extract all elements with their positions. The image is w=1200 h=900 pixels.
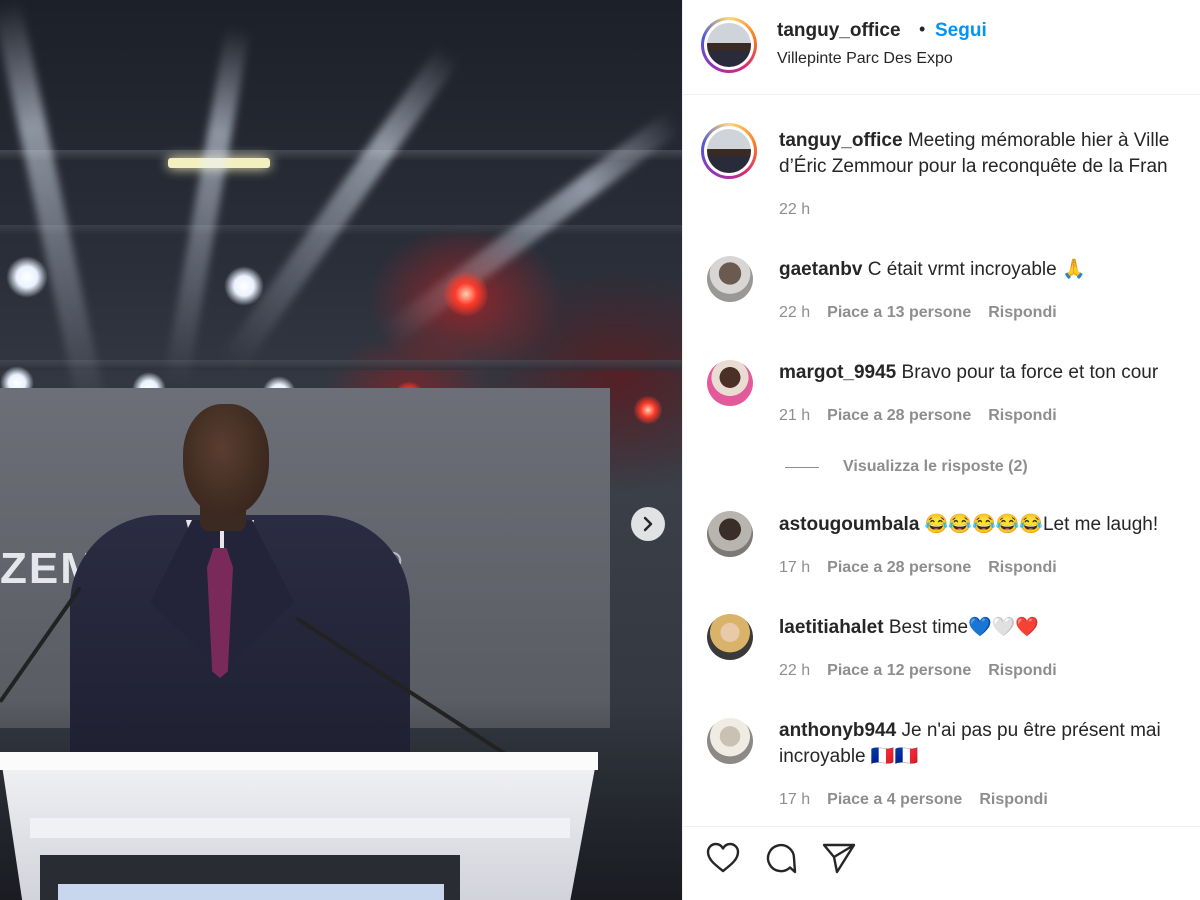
comment-likes[interactable]: Piace a 28 persone (827, 407, 971, 425)
replies-divider-line (785, 466, 819, 468)
stage-spotlight (6, 256, 48, 298)
comment-text: 😂😂😂😂😂Let me laugh! (924, 514, 1159, 535)
stage-truss (0, 360, 682, 370)
reply-button[interactable]: Rispondi (988, 559, 1056, 577)
speaker-head (183, 404, 269, 516)
heart-icon (706, 842, 740, 873)
post-location[interactable]: Villepinte Parc Des Expo (777, 50, 953, 68)
comment-likes[interactable]: Piace a 28 persone (827, 559, 971, 577)
stage-spotlight (634, 396, 662, 424)
commenter-avatar[interactable] (707, 256, 753, 302)
comment-username[interactable]: laetitiahalet (779, 617, 884, 638)
comment-timestamp[interactable]: 22 h (779, 662, 810, 680)
comment-timestamp[interactable]: 21 h (779, 407, 810, 425)
next-photo-button[interactable] (631, 507, 665, 541)
share-button[interactable] (821, 840, 857, 876)
post-caption-line-2: d’Éric Zemmour pour la reconquête de la … (779, 154, 1168, 180)
comment-meta: 22 h Piace a 13 persone Rispondi (779, 304, 1057, 322)
comment-username[interactable]: gaetanbv (779, 259, 862, 280)
comment-username[interactable]: astougoumbala (779, 514, 919, 535)
lectern-band (30, 818, 570, 838)
comment-continued: incroyable 🇫🇷🇫🇷 (779, 744, 918, 770)
comment-meta: 22 h Piace a 12 persone Rispondi (779, 662, 1057, 680)
comment-text: C était vrmt incroyable 🙏 (867, 259, 1086, 280)
comment-meta: 21 h Piace a 28 persone Rispondi (779, 407, 1057, 425)
comment: laetitiahalet Best time💙🤍❤️ (779, 615, 1039, 641)
paper-plane-icon (822, 843, 856, 874)
comment-bubble-icon (766, 843, 797, 874)
comment-text: incroyable 🇫🇷🇫🇷 (779, 746, 919, 767)
caption-author-avatar[interactable] (701, 123, 757, 179)
comment-username[interactable]: anthonyb944 (779, 720, 896, 741)
commenter-avatar[interactable] (707, 511, 753, 557)
author-avatar[interactable] (701, 17, 757, 73)
post-photo: ZEM 022 (0, 0, 682, 900)
reply-button[interactable]: Rispondi (979, 791, 1047, 809)
reply-button[interactable]: Rispondi (988, 662, 1056, 680)
caption-timestamp[interactable]: 22 h (779, 201, 810, 219)
lectern-top (0, 752, 598, 770)
light-beam (0, 0, 108, 417)
actions-divider (683, 826, 1200, 827)
chevron-right-icon (643, 516, 653, 532)
comment-username[interactable]: margot_9945 (779, 362, 896, 383)
comment-button[interactable] (763, 840, 799, 876)
author-avatar-image (707, 129, 751, 173)
stage-truss (0, 150, 682, 160)
comment-timestamp[interactable]: 22 h (779, 304, 810, 322)
like-button[interactable] (705, 840, 741, 876)
comment: anthonyb944 Je n'ai pas pu être présent … (779, 718, 1161, 744)
caption-text-line: d’Éric Zemmour pour la reconquête de la … (779, 156, 1168, 177)
commenter-avatar[interactable] (707, 718, 753, 764)
view-replies-button[interactable]: Visualizza le risposte (2) (785, 458, 1028, 476)
follow-button[interactable]: Segui (935, 20, 987, 42)
caption-text-line: Meeting mémorable hier à Ville (907, 130, 1170, 151)
stage-spotlight (444, 272, 488, 316)
author-avatar-image (707, 23, 751, 67)
post-side-panel: tanguy_office • Segui Villepinte Parc De… (682, 0, 1200, 900)
comment-meta: 17 h Piace a 28 persone Rispondi (779, 559, 1057, 577)
lectern-screen (58, 884, 444, 900)
commenter-avatar[interactable] (707, 360, 753, 406)
comment-meta: 17 h Piace a 4 persone Rispondi (779, 791, 1048, 809)
caption-username[interactable]: tanguy_office (779, 130, 903, 151)
comment-likes[interactable]: Piace a 13 persone (827, 304, 971, 322)
comment-likes[interactable]: Piace a 12 persone (827, 662, 971, 680)
post-caption: tanguy_office Meeting mémorable hier à V… (779, 128, 1169, 154)
caption-meta: 22 h (779, 201, 810, 219)
header-separator: • (919, 19, 926, 39)
comment-timestamp[interactable]: 17 h (779, 791, 810, 809)
comment-text: Bravo pour ta force et ton cour (901, 362, 1159, 383)
author-username[interactable]: tanguy_office (777, 20, 901, 42)
comment: astougoumbala 😂😂😂😂😂Let me laugh! (779, 512, 1158, 538)
view-replies-label: Visualizza le risposte (2) (843, 458, 1028, 475)
reply-button[interactable]: Rispondi (988, 304, 1056, 322)
comment-text: Best time💙🤍❤️ (888, 617, 1039, 638)
commenter-avatar[interactable] (707, 614, 753, 660)
comment-text: Je n'ai pas pu être présent mai (901, 720, 1161, 741)
header-divider (683, 94, 1200, 95)
comment-likes[interactable]: Piace a 4 persone (827, 791, 962, 809)
comment-timestamp[interactable]: 17 h (779, 559, 810, 577)
reply-button[interactable]: Rispondi (988, 407, 1056, 425)
comment: margot_9945 Bravo pour ta force et ton c… (779, 360, 1158, 386)
comment: gaetanbv C était vrmt incroyable 🙏 (779, 257, 1086, 283)
stage-spotlight (224, 266, 264, 306)
